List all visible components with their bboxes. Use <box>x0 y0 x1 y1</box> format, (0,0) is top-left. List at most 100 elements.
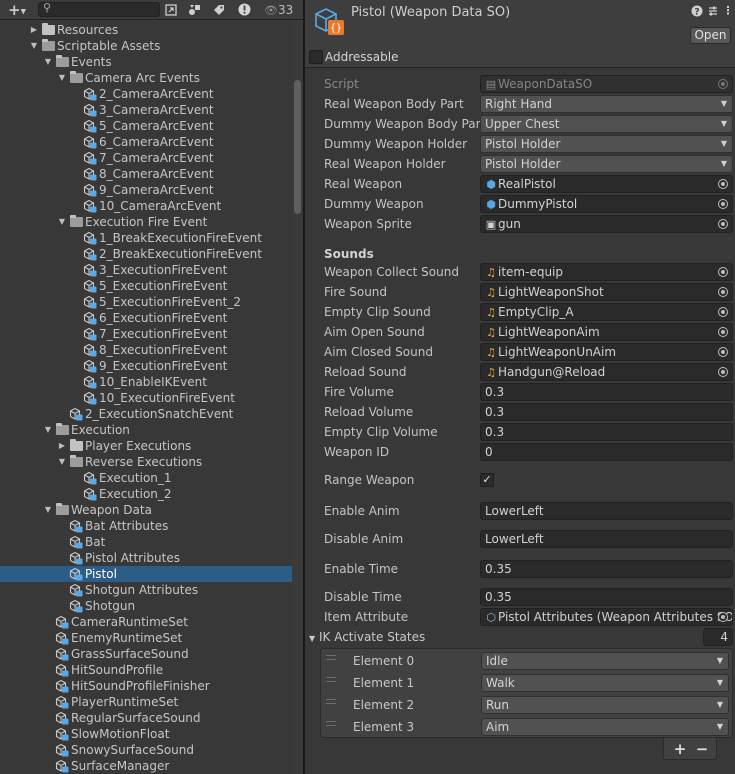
tree-folder[interactable]: ▼ Scriptable Assets <box>0 38 292 54</box>
fire-volume-field[interactable]: 0.3 <box>480 383 733 401</box>
weapon-sprite-field[interactable]: ▣ gun <box>480 215 733 233</box>
collapsed-arrow-icon[interactable]: ▶ <box>57 438 67 454</box>
weapon-id-field[interactable]: 0 <box>480 443 733 461</box>
remove-element-button[interactable]: − <box>692 740 712 758</box>
empty-clip-volume-field[interactable]: 0.3 <box>480 423 733 441</box>
object-picker-icon[interactable] <box>718 307 728 317</box>
expanded-arrow-icon[interactable]: ▼ <box>57 70 67 86</box>
tree-asset[interactable]: CameraRuntimeSet <box>0 614 292 630</box>
tree-asset[interactable]: 7_CameraArcEvent <box>0 150 292 166</box>
tree-asset[interactable]: Pistol Attributes <box>0 550 292 566</box>
tree-asset[interactable]: HitSoundProfile <box>0 662 292 678</box>
tree-asset[interactable]: 6_CameraArcEvent <box>0 134 292 150</box>
tree-asset[interactable]: Pistol <box>0 566 292 582</box>
tree-asset[interactable]: SnowySurfaceSound <box>0 742 292 758</box>
real-weapon-body-part-dropdown[interactable]: Right Hand ▼ <box>480 95 733 113</box>
drag-handle-icon[interactable] <box>326 721 336 726</box>
tree-asset[interactable]: RegularSurfaceSound <box>0 710 292 726</box>
tree-asset[interactable]: 7_ExecutionFireEvent <box>0 326 292 342</box>
tree-asset[interactable]: PlayerRuntimeSet <box>0 694 292 710</box>
expanded-arrow-icon[interactable]: ▼ <box>29 38 39 54</box>
tree-scrollbar[interactable] <box>292 20 303 774</box>
tree-asset[interactable]: 5_ExecutionFireEvent <box>0 278 292 294</box>
tree-asset[interactable]: 9_CameraArcEvent <box>0 182 292 198</box>
range-weapon-checkbox[interactable]: ✓ <box>480 473 494 487</box>
expanded-arrow-icon[interactable]: ▼ <box>57 454 67 470</box>
tree-folder[interactable]: ▼ Execution Fire Event <box>0 214 292 230</box>
tree-asset[interactable]: 6_ExecutionFireEvent <box>0 310 292 326</box>
hidden-packages-toggle[interactable]: 👁33 <box>264 1 300 19</box>
expanded-arrow-icon[interactable]: ▼ <box>57 214 67 230</box>
real-weapon-holder-dropdown[interactable]: Pistol Holder ▼ <box>480 155 733 173</box>
tree-asset[interactable]: Execution_2 <box>0 486 292 502</box>
object-picker-icon[interactable] <box>718 179 728 189</box>
tree-asset[interactable]: 8_CameraArcEvent <box>0 166 292 182</box>
expanded-arrow-icon[interactable]: ▼ <box>43 54 53 70</box>
tree-asset[interactable]: Bat <box>0 534 292 550</box>
search-by-tag-button[interactable] <box>211 1 227 19</box>
add-element-button[interactable]: + <box>670 740 690 758</box>
enable-anim-field[interactable]: LowerLeft <box>480 502 733 520</box>
tree-asset[interactable]: 9_ExecutionFireEvent <box>0 358 292 374</box>
tree-folder[interactable]: ▼ Events <box>0 54 292 70</box>
object-picker-icon[interactable] <box>718 347 728 357</box>
object-picker-icon[interactable] <box>718 612 728 622</box>
tree-asset[interactable]: 1_BreakExecutionFireEvent <box>0 230 292 246</box>
weapon-collect-sound-field[interactable]: ♫ item-equip <box>480 263 733 281</box>
preset-icon[interactable] <box>707 5 719 17</box>
addressable-checkbox[interactable] <box>309 50 323 64</box>
tree-asset[interactable]: SlowMotionFloat <box>0 726 292 742</box>
dummy-weapon-field[interactable]: ⬢ DummyPistol <box>480 195 733 213</box>
dummy-weapon-body-part-dropdown[interactable]: Upper Chest ▼ <box>480 115 733 133</box>
drag-handle-icon[interactable] <box>326 677 336 682</box>
kebab-menu-icon[interactable]: ⋮ <box>722 5 734 17</box>
object-picker-icon[interactable] <box>718 327 728 337</box>
tree-asset[interactable]: 5_ExecutionFireEvent_2 <box>0 294 292 310</box>
tree-asset[interactable]: 3_CameraArcEvent <box>0 102 292 118</box>
tree-asset[interactable]: 2_CameraArcEvent <box>0 86 292 102</box>
fire-sound-field[interactable]: ♫ LightWeaponShot <box>480 283 733 301</box>
reload-sound-field[interactable]: ♫ Handgun@Reload <box>480 363 733 381</box>
element-state-dropdown[interactable]: Run ▼ <box>481 696 729 714</box>
tree-folder[interactable]: ▼ Weapon Data <box>0 502 292 518</box>
dummy-weapon-holder-dropdown[interactable]: Pistol Holder ▼ <box>480 135 733 153</box>
enable-time-field[interactable]: 0.35 <box>480 560 733 578</box>
tree-asset[interactable]: EnemyRuntimeSet <box>0 630 292 646</box>
object-picker-icon[interactable] <box>718 287 728 297</box>
empty-clip-sound-field[interactable]: ♫ EmptyClip_A <box>480 303 733 321</box>
tree-asset[interactable]: Shotgun <box>0 598 292 614</box>
tree-folder[interactable]: ▶ Resources <box>0 22 292 38</box>
tree-asset[interactable]: 3_ExecutionFireEvent <box>0 262 292 278</box>
tree-asset[interactable]: 8_ExecutionFireEvent <box>0 342 292 358</box>
reload-volume-field[interactable]: 0.3 <box>480 403 733 421</box>
ik-array-size-field[interactable]: 4 <box>703 628 733 646</box>
aim-open-sound-field[interactable]: ♫ LightWeaponAim <box>480 323 733 341</box>
drag-handle-icon[interactable] <box>326 655 336 660</box>
drag-handle-icon[interactable] <box>326 699 336 704</box>
item-attribute-field[interactable]: ⬡ Pistol Attributes (Weapon Attributes SO… <box>480 608 733 626</box>
real-weapon-field[interactable]: ⬢ RealPistol <box>480 175 733 193</box>
aim-closed-sound-field[interactable]: ♫ LightWeaponUnAim <box>480 343 733 361</box>
collapsed-arrow-icon[interactable]: ▶ <box>29 22 39 38</box>
search-by-label-button[interactable] <box>186 1 202 19</box>
tree-asset[interactable]: SurfaceManager <box>0 758 292 774</box>
tree-asset[interactable]: 10_ExecutionFireEvent <box>0 390 292 406</box>
disable-anim-field[interactable]: LowerLeft <box>480 530 733 548</box>
tree-folder[interactable]: ▼ Camera Arc Events <box>0 70 292 86</box>
expanded-arrow-icon[interactable]: ▼ <box>43 422 53 438</box>
tree-asset[interactable]: Bat Attributes <box>0 518 292 534</box>
ik-activate-states-foldout[interactable]: ▼ IK Activate States <box>309 630 425 644</box>
scrollbar-thumb[interactable] <box>294 80 301 214</box>
tree-asset[interactable]: HitSoundProfileFinisher <box>0 678 292 694</box>
element-state-dropdown[interactable]: Idle ▼ <box>481 652 729 670</box>
object-picker-icon[interactable] <box>718 199 728 209</box>
tree-asset[interactable]: 5_CameraArcEvent <box>0 118 292 134</box>
console-warning-button[interactable] <box>236 1 252 19</box>
add-asset-button[interactable]: +▼ <box>3 1 31 19</box>
tree-asset[interactable]: 2_BreakExecutionFireEvent <box>0 246 292 262</box>
tree-asset[interactable]: Shotgun Attributes <box>0 582 292 598</box>
help-icon[interactable]: ? <box>691 5 703 18</box>
search-by-type-button[interactable] <box>163 1 179 19</box>
disable-time-field[interactable]: 0.35 <box>480 588 733 606</box>
tree-asset[interactable]: 10_EnableIKEvent <box>0 374 292 390</box>
